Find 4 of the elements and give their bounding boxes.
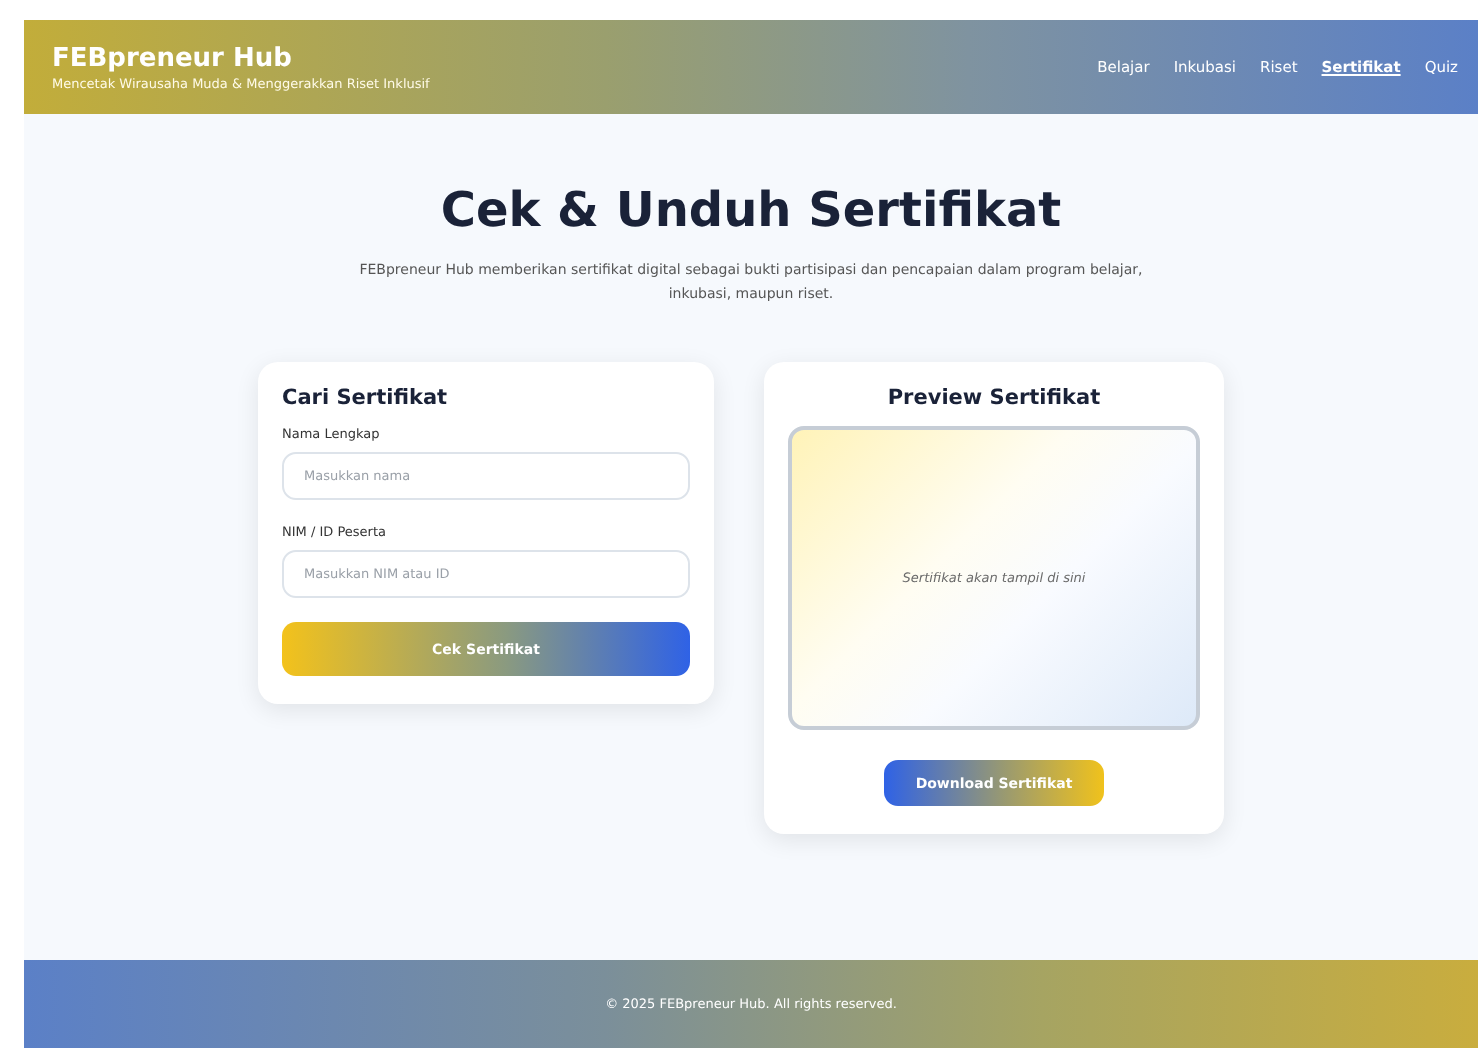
card-title: Preview Sertifikat [885,386,1103,410]
brand-name: FEBpreneur Hub [52,43,294,73]
card-title: Cari Sertifikat [282,386,450,410]
page-title: Cek & Unduh Sertifikat [440,182,1062,238]
